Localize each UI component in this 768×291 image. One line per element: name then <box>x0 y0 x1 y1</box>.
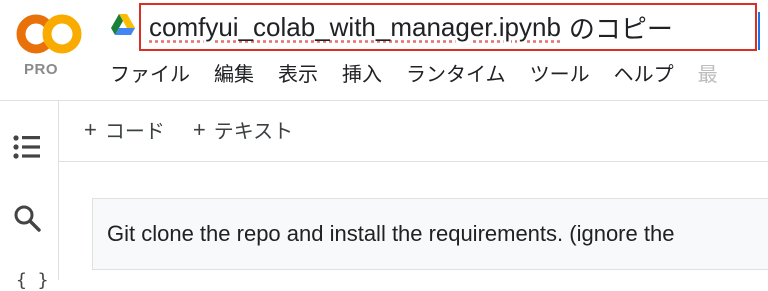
notebook-title-suffix: のコピー <box>568 13 673 44</box>
menu-runtime[interactable]: ランタイム <box>406 62 506 88</box>
search-icon <box>14 205 41 232</box>
notebook-title-field[interactable]: comfyui_colab_with_manager.ipynb のコピー <box>139 3 757 51</box>
toolbar-divider <box>59 161 768 162</box>
google-drive-icon[interactable] <box>110 13 136 37</box>
add-code-button[interactable]: + コード <box>84 115 165 144</box>
text-cell[interactable]: Git clone the repo and install the requi… <box>92 198 768 270</box>
add-text-label: テキスト <box>213 121 294 143</box>
menu-view[interactable]: 表示 <box>278 62 318 88</box>
search-button[interactable] <box>10 201 44 235</box>
code-snippets-icon[interactable]: { } <box>16 270 49 291</box>
menu-last-edit[interactable]: 最 <box>698 62 718 88</box>
plus-icon: + <box>192 116 206 142</box>
pro-badge: PRO <box>24 61 59 78</box>
menu-help[interactable]: ヘルプ <box>614 62 674 88</box>
menu-insert[interactable]: 挿入 <box>342 62 382 88</box>
add-code-label: コード <box>104 121 165 143</box>
table-of-contents-button[interactable] <box>10 130 44 164</box>
rail-divider <box>58 101 59 280</box>
cell-toolbar: + コード + テキスト <box>84 115 321 144</box>
text-caret <box>758 12 760 50</box>
header-divider <box>0 100 768 101</box>
menu-bar: ファイル 編集 表示 挿入 ランタイム ツール ヘルプ 最 <box>110 62 742 88</box>
add-text-button[interactable]: + テキスト <box>193 115 293 144</box>
toc-icon <box>13 135 40 159</box>
menu-file[interactable]: ファイル <box>110 62 190 88</box>
menu-edit[interactable]: 編集 <box>214 62 254 88</box>
menu-tools[interactable]: ツール <box>530 62 590 88</box>
plus-icon: + <box>84 116 97 142</box>
notebook-filename: comfyui_colab_with_manager.ipynb <box>149 11 561 42</box>
text-cell-content: Git clone the repo and install the requi… <box>107 221 675 246</box>
